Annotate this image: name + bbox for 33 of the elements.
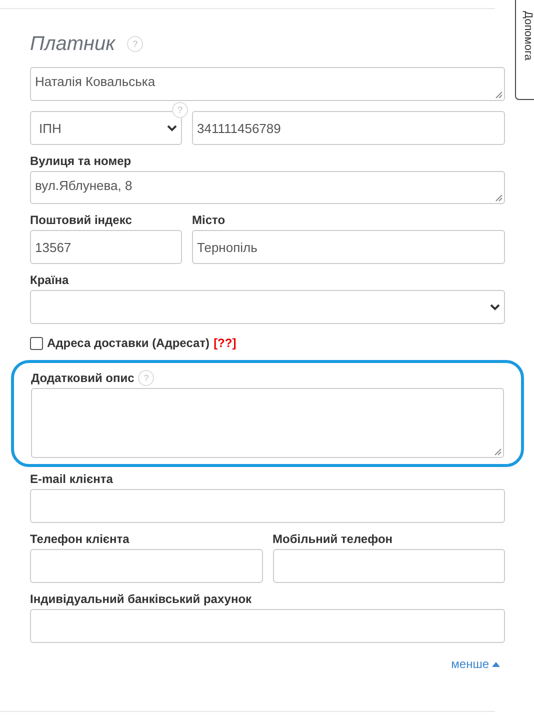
field-label: Мобільний телефон [272, 532, 394, 546]
select-field[interactable] [30, 290, 505, 324]
field-label: Країна [30, 273, 70, 287]
input-field[interactable]: 13567 [30, 230, 182, 264]
field-label: Місто [192, 213, 226, 227]
text-area[interactable] [31, 388, 504, 458]
checkbox-label: Адреса доставки (Адресат) [47, 336, 210, 350]
field-label: Телефон клієнта [30, 532, 130, 546]
input-field[interactable] [30, 489, 505, 523]
input-field[interactable] [30, 549, 262, 583]
text-area[interactable]: Наталія Ковальська [30, 67, 505, 101]
resize-grip-icon[interactable] [495, 91, 503, 99]
required-marker: [??] [214, 336, 236, 350]
less-link[interactable]: менше [451, 657, 500, 671]
text-area[interactable]: вул.Яблунева, 8 [30, 171, 505, 204]
resize-grip-icon[interactable] [494, 448, 502, 456]
field-label: Додатковий опис [31, 371, 134, 385]
field-label: Вулиця та номер [30, 154, 132, 168]
input-field[interactable] [30, 609, 505, 643]
input-field[interactable]: 341111456789 [192, 111, 505, 145]
side-tab[interactable]: Допомога [515, 0, 534, 100]
checkbox[interactable] [30, 336, 43, 350]
section-title: Платник [30, 32, 116, 56]
field-label: Індивідуальний банківський рахунок [30, 592, 253, 606]
input-field[interactable] [272, 549, 505, 583]
chevron-icon [167, 124, 177, 132]
select-field[interactable]: ІПН [30, 111, 182, 145]
caret-up-icon [492, 662, 500, 666]
field-label: E-mail клієнта [30, 472, 114, 486]
input-field[interactable]: Тернопіль [192, 230, 505, 264]
resize-grip-icon[interactable] [495, 194, 503, 202]
field-label: Поштовий індекс [30, 213, 133, 227]
chevron-icon [490, 303, 500, 311]
